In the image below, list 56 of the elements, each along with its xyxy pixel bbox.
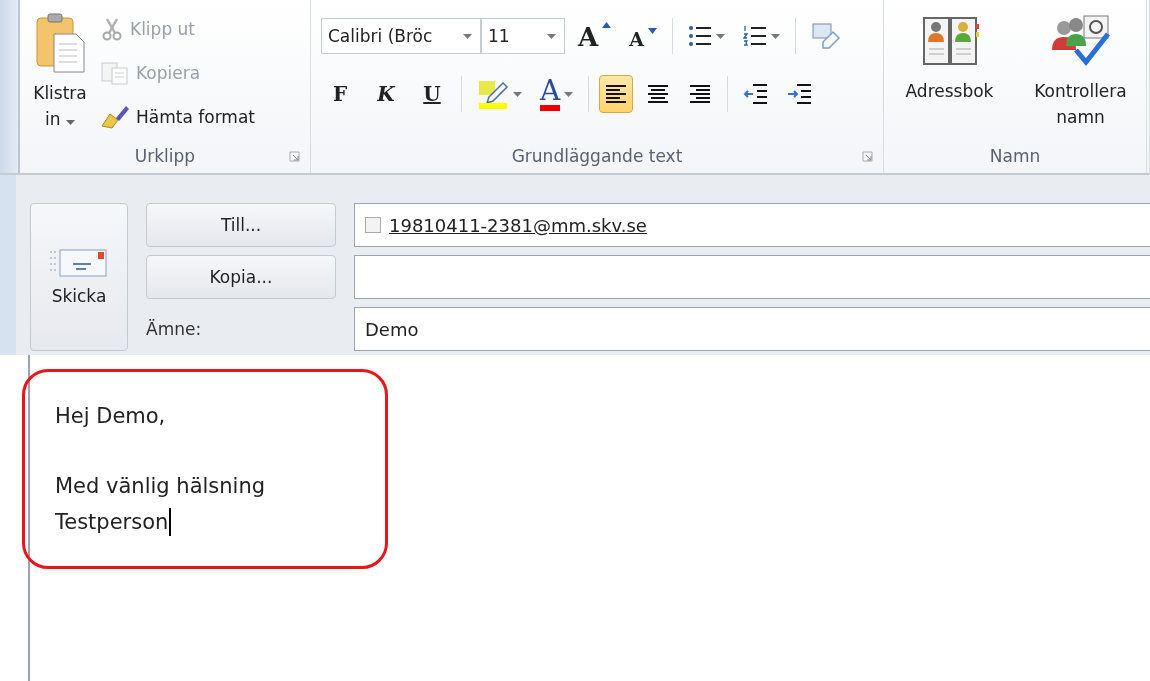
group-label: Grundläggande text bbox=[511, 146, 683, 166]
to-field[interactable]: 19810411-2381@mm.skv.se bbox=[354, 203, 1150, 247]
caret-icon bbox=[547, 33, 556, 39]
text-cursor bbox=[169, 508, 172, 536]
font-color-button[interactable]: A bbox=[535, 75, 579, 113]
bullet-list-icon bbox=[687, 24, 712, 48]
font-size-field[interactable]: 11 bbox=[481, 18, 565, 54]
checkbox[interactable] bbox=[365, 217, 381, 233]
message-body[interactable]: Hej Demo, Med vänlig hälsning Testperson bbox=[28, 355, 1150, 681]
dialog-launcher-icon[interactable] bbox=[862, 151, 873, 162]
ribbon-button[interactable]: Kontrollera namn bbox=[1018, 12, 1143, 139]
caret-icon bbox=[564, 91, 574, 97]
scissors-icon bbox=[100, 17, 124, 41]
to-button[interactable]: Till... bbox=[146, 203, 336, 247]
group-label: Namn bbox=[989, 146, 1041, 166]
increase-indent-icon bbox=[787, 82, 814, 106]
italic-button[interactable]: K bbox=[367, 75, 405, 113]
brush-icon bbox=[100, 104, 130, 130]
copy-icon bbox=[100, 61, 130, 85]
caret-icon bbox=[65, 120, 75, 125]
caret-icon bbox=[770, 33, 780, 39]
body-text: Med vänlig hälsning bbox=[55, 474, 266, 498]
caret-icon bbox=[463, 33, 472, 39]
cc-button[interactable]: Kopia... bbox=[146, 255, 336, 299]
send-button[interactable]: Skicka bbox=[30, 203, 128, 351]
caret-icon bbox=[513, 91, 522, 97]
align-center-icon bbox=[646, 83, 671, 105]
ribbon-button[interactable]: Hämta format bbox=[100, 102, 255, 132]
decrease-indent-icon bbox=[743, 82, 770, 106]
highlighter-icon bbox=[477, 79, 509, 109]
body-text: Hej Demo, bbox=[55, 404, 166, 428]
align-left-icon bbox=[604, 83, 629, 105]
dialog-launcher-icon[interactable] bbox=[289, 151, 300, 162]
ribbon-button[interactable]: Adressbok bbox=[887, 12, 1012, 139]
font-name-field[interactable]: Calibri (Bröc bbox=[321, 18, 481, 54]
body-text: Testperson bbox=[55, 510, 169, 534]
paste-button[interactable]: Klistra in bbox=[20, 0, 100, 139]
numbered-list-icon bbox=[742, 24, 767, 48]
underline-button[interactable]: U bbox=[413, 75, 451, 113]
eraser-icon bbox=[810, 22, 841, 50]
envelope-icon bbox=[49, 248, 109, 278]
subject-label: Ämne: bbox=[146, 319, 203, 339]
bold-button[interactable]: F bbox=[321, 75, 359, 113]
recipient-address[interactable]: 19810411-2381@mm.skv.se bbox=[389, 214, 647, 236]
align-left-button[interactable] bbox=[599, 75, 634, 113]
triangle-up-icon bbox=[602, 22, 612, 28]
shrink-font-button[interactable]: A bbox=[624, 17, 662, 55]
triangle-down-icon bbox=[647, 28, 657, 34]
cc-field[interactable] bbox=[354, 255, 1150, 299]
subject-field[interactable]: Demo bbox=[354, 307, 1150, 351]
align-right-icon bbox=[688, 83, 713, 105]
caret-icon bbox=[715, 33, 725, 39]
people-check-icon bbox=[1049, 12, 1112, 68]
clipboard-icon bbox=[34, 12, 86, 74]
group-label: Urklipp bbox=[134, 146, 196, 166]
grow-font-button[interactable]: A bbox=[573, 17, 617, 55]
